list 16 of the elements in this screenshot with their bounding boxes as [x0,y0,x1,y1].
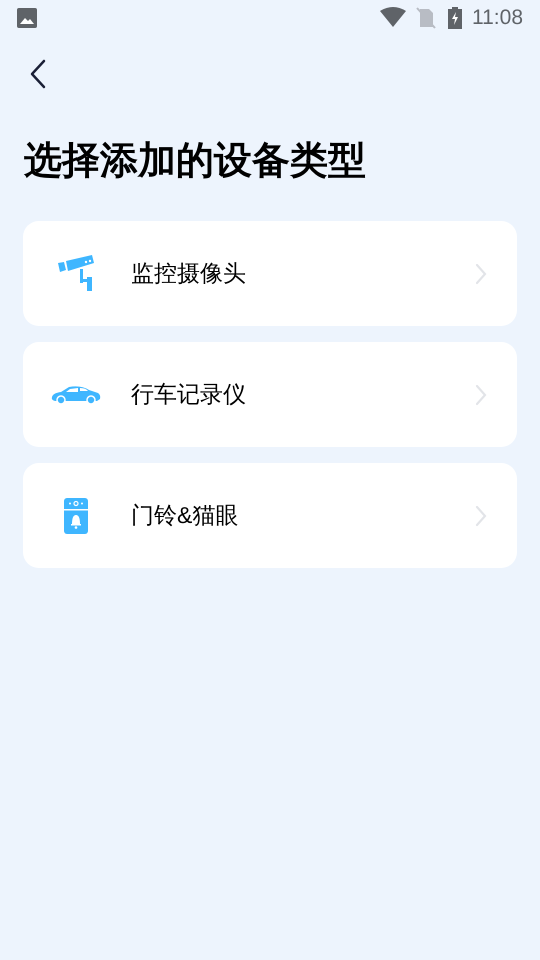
chevron-right-icon [475,262,487,284]
clock-time: 11:08 [472,5,523,32]
device-type-item[interactable]: 行车记录仪 [23,342,517,447]
device-type-item[interactable]: 门铃&猫眼 [23,463,517,568]
page-title: 选择添加的设备类型 [24,142,367,180]
car-icon [51,384,101,404]
doorbell-icon [64,498,88,534]
image-icon [17,8,37,28]
security-camera-icon [56,254,96,292]
back-icon [30,59,46,89]
wifi-icon [380,7,406,29]
chevron-right-icon [475,504,487,526]
chevron-right-icon [475,384,487,406]
battery-charging-icon [448,7,462,29]
no-sim-icon [416,7,436,29]
device-type-item[interactable]: 监控摄像头 [23,221,517,326]
